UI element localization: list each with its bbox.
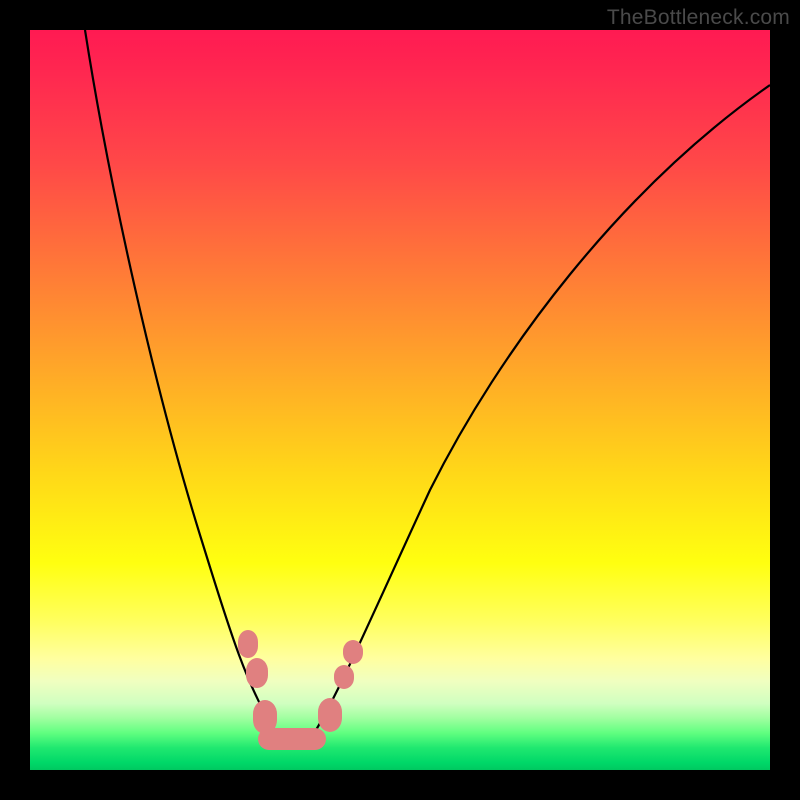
marker-left-lower	[246, 658, 268, 688]
watermark-text: TheBottleneck.com	[607, 6, 790, 30]
chart-frame: TheBottleneck.com	[0, 0, 800, 800]
marker-left-upper	[238, 630, 258, 658]
marker-bottom-bar	[258, 728, 326, 750]
marker-bottom-right-joint	[318, 698, 342, 732]
curve-layer	[30, 30, 770, 770]
marker-right-lower	[334, 665, 354, 689]
plot-area	[30, 30, 770, 770]
bottleneck-curve	[85, 30, 770, 746]
marker-right-upper	[343, 640, 363, 664]
